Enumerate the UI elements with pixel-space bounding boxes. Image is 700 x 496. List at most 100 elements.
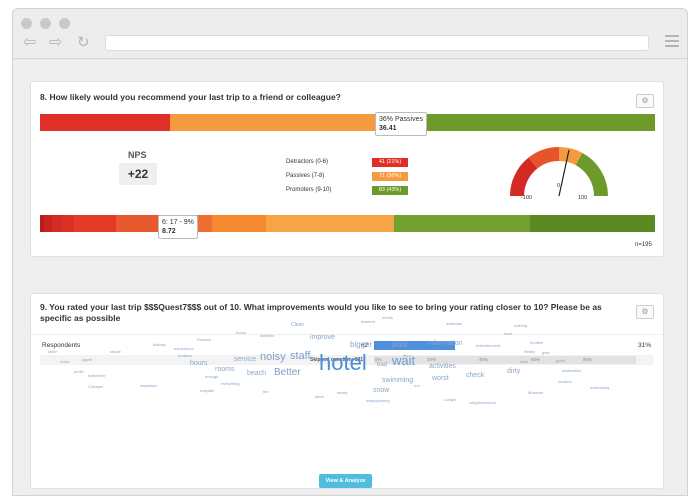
hamburger-menu-icon[interactable] [665,35,679,50]
word-cloud-term[interactable]: needs [382,316,393,320]
word-cloud-term[interactable]: hotel [319,352,367,374]
settings-gear-icon[interactable]: ⚙ [636,94,654,108]
word-cloud-term[interactable]: Clean [291,323,304,328]
word-cloud-term[interactable]: Finesse [197,338,211,342]
score-tooltip-value: 8.72 [162,228,176,235]
back-arrow-icon[interactable]: ⇦ [23,35,36,51]
reload-icon[interactable]: ↻ [77,35,90,51]
gauge-mid-label: 0 [557,183,561,189]
word-cloud-term[interactable]: activities [429,363,456,370]
score-1-bar[interactable] [44,215,52,232]
word-cloud-term[interactable]: gets [542,351,550,355]
word-cloud-term[interactable]: neighbourhood [469,401,496,405]
word-cloud-term[interactable]: improve [310,334,335,341]
scale-40: 40% [479,357,489,362]
word-cloud-term[interactable]: insulation [140,384,157,388]
word-cloud-term[interactable]: hospital [200,389,214,393]
page-viewport: 8. How likely would you recommend your l… [13,60,687,495]
score-4-bar[interactable] [74,215,116,232]
word-cloud-term[interactable]: destination [562,369,581,373]
word-cloud-term[interactable]: run [414,384,420,388]
address-bar[interactable] [105,35,649,51]
word-cloud-term[interactable]: home [236,331,246,335]
detractors-bar[interactable] [40,114,170,131]
word-cloud-term[interactable]: noisy [260,352,286,363]
passives-tooltip-value: 36.41 [379,125,397,132]
word-cloud-term[interactable]: hours [190,360,208,367]
word-cloud-term[interactable]: lowered [361,320,375,324]
word-cloud-term[interactable]: endless [178,354,192,358]
word-cloud-term[interactable]: the [263,390,269,394]
scale-20: 20% [427,357,437,362]
score-8-bar[interactable] [266,215,394,232]
word-cloud-term[interactable]: information [428,340,463,347]
score-2-bar[interactable] [52,215,62,232]
word-cloud-term[interactable]: staff [290,351,311,362]
passives-bar[interactable] [170,114,398,131]
score-9-bar[interactable] [394,215,530,232]
word-cloud-term[interactable]: enough [205,375,218,379]
word-cloud-term[interactable]: facilities [260,334,274,338]
word-cloud-term[interactable]: materials [446,322,462,326]
word-cloud-term[interactable]: good [556,359,565,363]
word-cloud-term[interactable]: snow [373,387,389,394]
word-cloud-term[interactable]: check [466,372,484,379]
passives-tooltip: 36% Passives 36.41 [375,112,427,136]
settings-gear-icon-2[interactable]: ⚙ [636,305,654,319]
word-cloud-term[interactable]: entertainment [476,344,500,348]
word-cloud-term[interactable]: Longer [444,398,456,402]
word-cloud-term[interactable]: Cheaper [88,385,103,389]
word-cloud-term[interactable]: shade [110,350,121,354]
word-cloud-term[interactable]: location [558,380,572,384]
word-cloud-term[interactable]: horrible [530,341,543,345]
window-minimize-dot[interactable] [40,18,51,29]
respondents-label: Respondents [42,342,81,349]
word-cloud-term[interactable]: disappointing [366,399,390,403]
word-cloud-term[interactable]: bad [377,362,387,368]
scale-80: 80% [583,357,593,362]
word-cloud-term[interactable]: food [504,332,512,336]
word-cloud-term[interactable]: service [234,356,256,363]
word-cloud-term[interactable]: pool [392,341,407,349]
forward-arrow-icon[interactable]: ⇨ [49,35,62,51]
word-cloud-term[interactable]: experience [174,347,194,351]
browser-window: ⇦ ⇨ ↻ 8. How likely would you recommend … [12,8,688,496]
word-cloud-term[interactable]: networking [590,386,609,390]
word-cloud-term[interactable]: everything [221,382,239,386]
legend-passives-label: Passives (7-8) [286,173,325,179]
nps-label: NPS [128,150,147,160]
word-cloud-term[interactable]: Museum [528,391,543,395]
respondents-bar-track [374,341,636,350]
word-cloud-term[interactable]: beach [247,370,266,377]
divider [31,334,663,335]
window-maximize-dot[interactable] [59,18,70,29]
word-cloud-term[interactable]: noise [60,360,70,364]
word-cloud-term[interactable]: holiday [153,343,166,347]
word-cloud-term[interactable]: makeover [88,374,106,378]
word-cloud-term[interactable]: dirty [507,368,520,375]
word-cloud-term[interactable]: agent [82,358,92,362]
window-close-dot[interactable] [21,18,32,29]
word-cloud-term[interactable]: older [48,350,57,354]
word-cloud-term[interactable]: Better [274,368,301,378]
score-3-bar[interactable] [62,215,74,232]
word-cloud-term[interactable]: fault [520,360,528,364]
word-cloud-term[interactable]: bigger [350,341,372,349]
score-7-bar[interactable] [212,215,266,232]
view-analyze-button[interactable]: View & Analyze [319,474,372,488]
word-cloud-term[interactable]: swimming [382,377,413,384]
word-cloud-term[interactable]: nothing [514,324,527,328]
word-cloud-term[interactable]: worst [432,375,449,382]
word-cloud-term[interactable]: prefix [74,370,84,374]
word-cloud-term[interactable]: ideal [315,395,323,399]
score-10-bar[interactable] [530,215,655,232]
legend-detractors-value: 41 (21%) [372,158,408,167]
scale-60: 60% [531,357,541,362]
promoters-bar[interactable] [398,114,655,131]
word-cloud-term[interactable]: Really [524,350,535,354]
respondents-percent: 31% [638,342,652,349]
nps-score: +22 [119,163,157,185]
word-cloud-term[interactable]: rooms [215,366,234,373]
word-cloud-term[interactable]: the [403,354,409,358]
word-cloud-term[interactable]: family [337,391,347,395]
